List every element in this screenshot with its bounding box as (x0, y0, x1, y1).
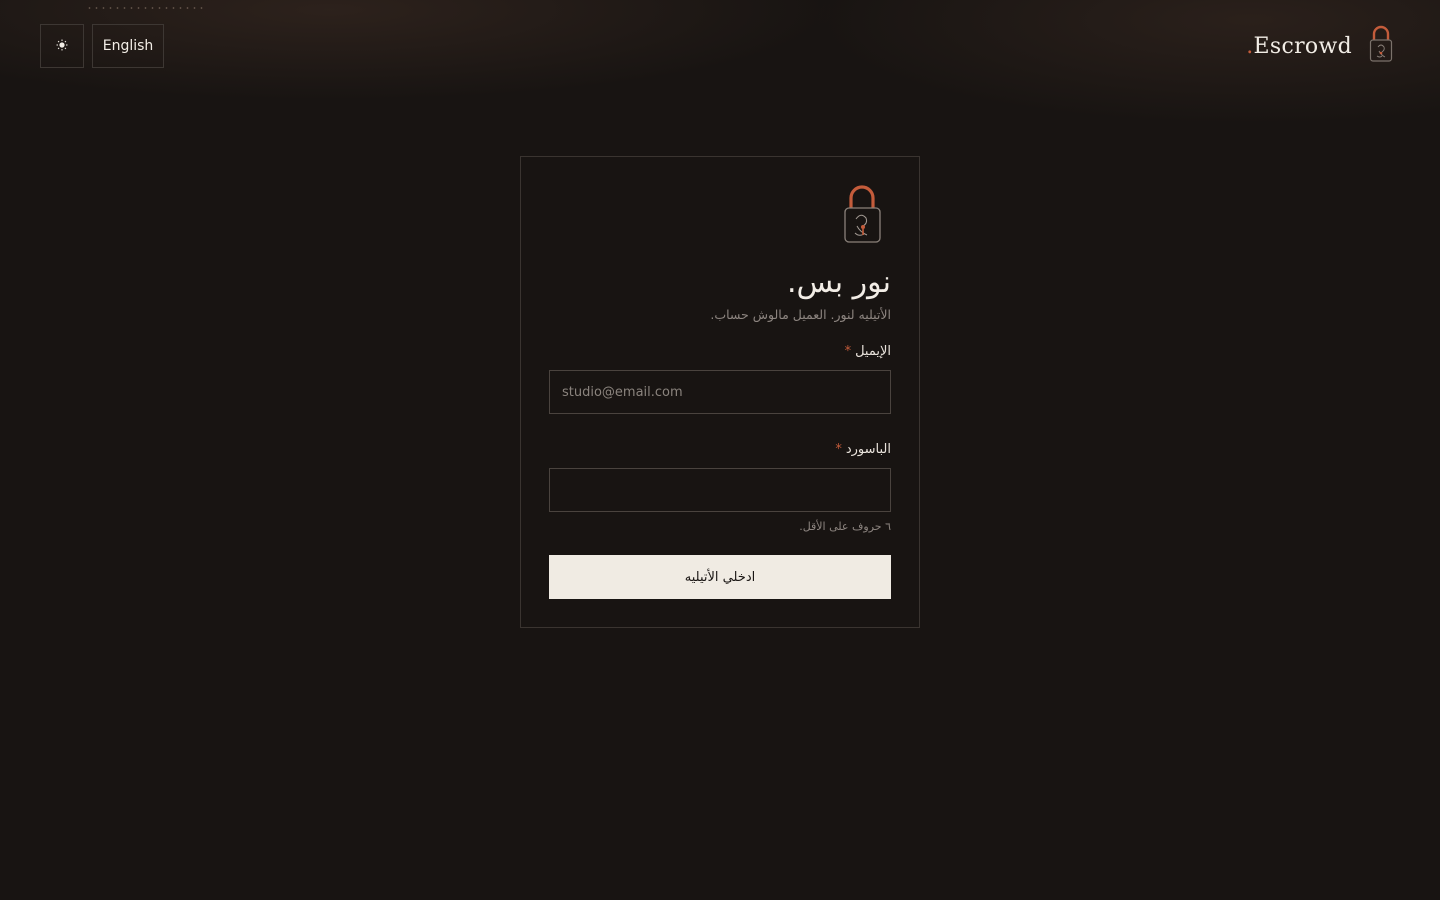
password-field[interactable] (549, 468, 891, 512)
email-label: الإيميل* (549, 344, 891, 362)
sun-icon (56, 39, 68, 54)
brand[interactable]: .Escrowd (1246, 25, 1394, 67)
padlock-face-icon (843, 185, 883, 247)
padlock-face-icon (1368, 25, 1394, 67)
submit-button[interactable]: ادخلي الأتيليه (549, 555, 891, 599)
password-hint: ٦ حروف على الأقل. (799, 520, 891, 533)
page-subtitle: الأتيليه لنور. العميل مالوش حساب. (710, 307, 891, 322)
theme-toggle-button[interactable] (40, 24, 84, 68)
brand-name: .Escrowd (1246, 34, 1352, 59)
brand-dot: . (1246, 33, 1254, 59)
page-title: نور بس. (786, 265, 891, 300)
brand-text: Escrowd (1253, 33, 1352, 59)
password-required-mark: * (835, 442, 842, 457)
email-field[interactable] (549, 370, 891, 414)
password-label-text: الباسورد (845, 442, 891, 457)
decorative-dots (86, 6, 206, 10)
email-label-text: الإيميل (855, 344, 891, 359)
card-logo (549, 185, 883, 247)
password-label: الباسورد* (549, 442, 891, 460)
language-switch-button[interactable]: English (92, 24, 164, 68)
email-required-mark: * (844, 344, 852, 359)
login-card: نور بس. الأتيليه لنور. العميل مالوش حساب… (520, 156, 920, 628)
